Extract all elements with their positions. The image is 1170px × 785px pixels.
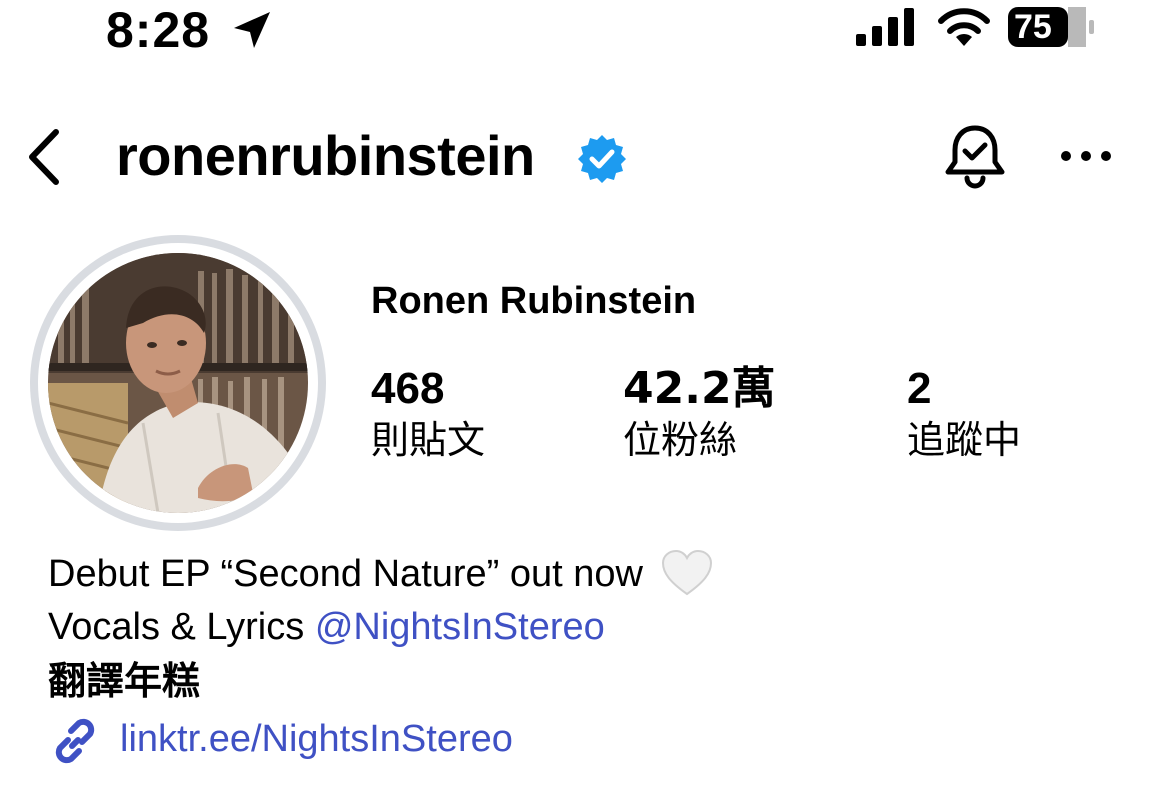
link-icon — [55, 718, 95, 764]
bio-text-1: Debut EP “Second Nature” out now — [48, 553, 643, 595]
posts-label: 則貼文 — [371, 418, 486, 462]
mention-link[interactable]: @NightsInStereo — [315, 606, 605, 648]
status-time: 8:28 — [106, 2, 211, 58]
bio-line-2: Vocals & Lyrics @NightsInStereo — [48, 602, 605, 652]
more-options-button[interactable] — [1058, 132, 1114, 180]
posts-count: 468 — [371, 364, 445, 413]
white-heart-icon — [661, 549, 712, 596]
following-count: 2 — [907, 364, 932, 413]
translate-button[interactable]: 翻譯年糕 — [48, 656, 200, 706]
display-name: Ronen Rubinstein — [371, 280, 697, 322]
cellular-signal-icon — [856, 8, 914, 46]
posts-count-stat[interactable]: 468 則貼文 — [371, 362, 485, 464]
followers-label: 位粉絲 — [623, 418, 738, 462]
following-label: 追蹤中 — [907, 418, 1022, 462]
followers-count-stat[interactable]: 42.2萬 位粉絲 — [623, 362, 776, 464]
followers-count: 42.2萬 — [623, 363, 776, 414]
wifi-icon — [938, 8, 990, 46]
external-link[interactable]: linktr.ee/NightsInStereo — [120, 714, 513, 764]
bio-text-2: Vocals & Lyrics — [48, 606, 315, 648]
profile-avatar[interactable] — [48, 253, 308, 513]
following-count-stat[interactable]: 2 追蹤中 — [907, 362, 1021, 464]
battery-icon: 75 — [1008, 6, 1094, 48]
bio-line-1: Debut EP “Second Nature” out now — [48, 548, 714, 599]
battery-level: 75 — [1014, 8, 1052, 46]
back-button[interactable] — [22, 122, 70, 192]
profile-username: ronenrubinstein — [116, 124, 535, 187]
notifications-bell-button[interactable] — [940, 122, 1010, 192]
location-arrow-icon — [234, 12, 270, 48]
verified-badge-icon — [578, 135, 626, 183]
